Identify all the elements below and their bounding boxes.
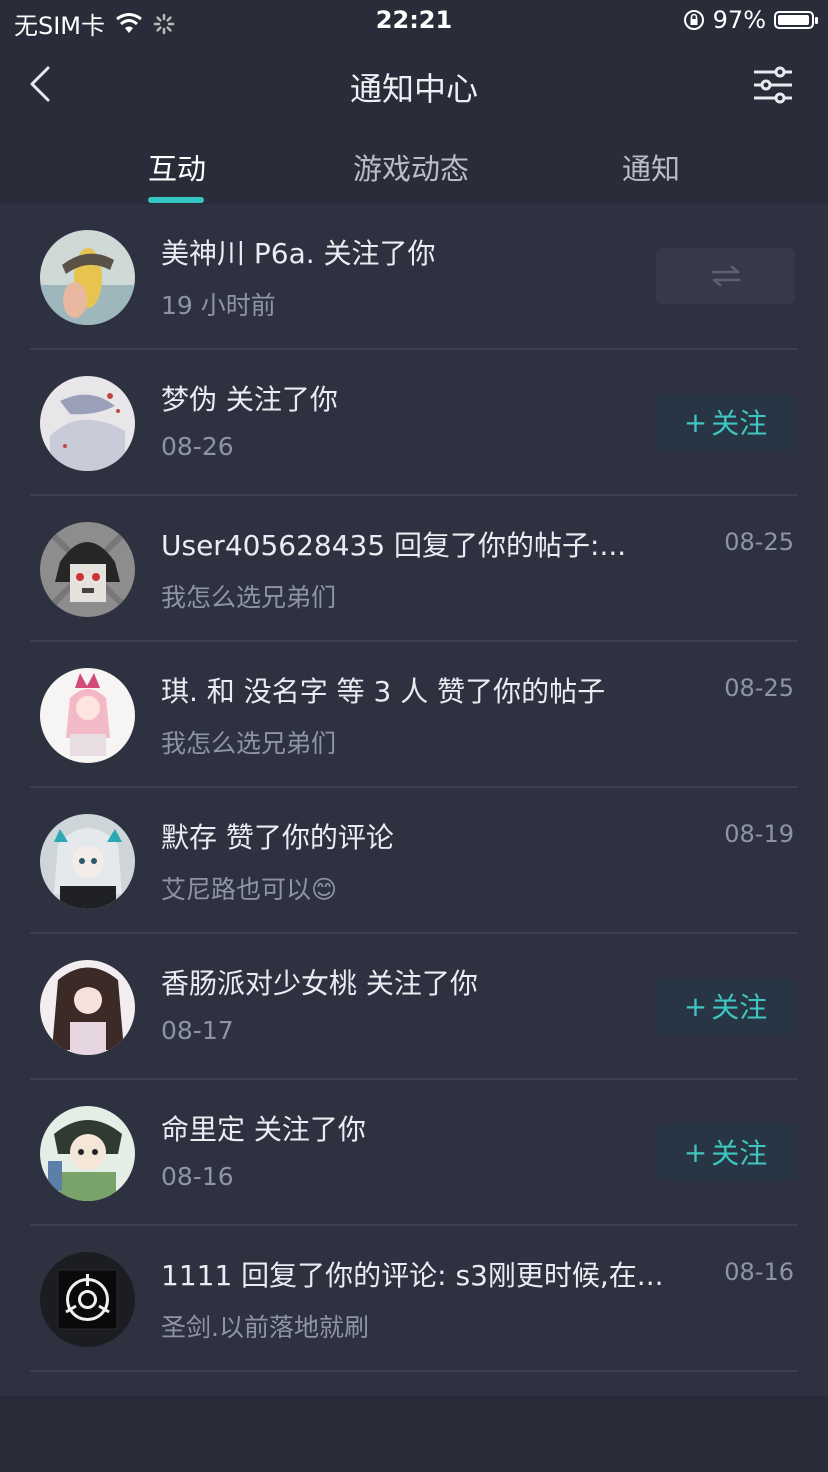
follow-label: 关注 <box>711 991 768 1024</box>
battery-percent: 97% <box>712 6 766 34</box>
follow-button[interactable]: + 关注 <box>656 394 795 450</box>
notification-list: 美神川 P6a. 关注了你 19 小时前 梦伪 关注了你 08-26 +关注 <box>0 204 828 1396</box>
plus-icon: + <box>683 1135 708 1169</box>
notification-subtitle: 我怎么选兄弟们 <box>161 729 337 758</box>
tab-notices[interactable]: 通知 <box>622 146 680 188</box>
notification-subtitle: 艾尼路也可以😊 <box>161 875 338 904</box>
status-bar: 无SIM卡 22:21 97% <box>0 0 828 44</box>
notification-title: 命里定 关注了你 <box>161 1113 366 1146</box>
list-item[interactable]: User405628435 回复了你的帖子:... 我怎么选兄弟们 08-25 <box>0 496 828 642</box>
notification-time: 08-25 <box>724 528 794 556</box>
avatar[interactable] <box>40 1252 135 1347</box>
notification-title: 香肠派对少女桃 关注了你 <box>161 967 478 1000</box>
notification-subtitle: 08-16 <box>161 1162 234 1191</box>
tab-interaction[interactable]: 互动 <box>148 146 206 188</box>
list-item[interactable]: 香肠派对少女桃 关注了你 08-17 + 关注 <box>0 934 828 1080</box>
plus-icon: + <box>683 405 708 439</box>
mutual-follow-button[interactable] <box>656 248 795 304</box>
notification-title: 梦伪 关注了你 <box>161 383 338 416</box>
active-tab-indicator <box>148 197 204 203</box>
avatar[interactable] <box>40 376 135 471</box>
list-item[interactable]: 默存 赞了你的评论 艾尼路也可以😊 08-19 <box>0 788 828 934</box>
notification-title: 默存 赞了你的评论 <box>161 821 394 854</box>
list-item[interactable]: 1111 回复了你的评论: s3刚更时候,在... 圣剑.以前落地就刷 08-1… <box>0 1226 828 1372</box>
plus-icon: + <box>683 989 708 1023</box>
battery-icon <box>774 11 818 29</box>
avatar[interactable] <box>40 522 135 617</box>
list-item[interactable]: 美神川 P6a. 关注了你 19 小时前 <box>0 204 828 350</box>
notification-subtitle: 08-17 <box>161 1016 234 1045</box>
notification-title: 琪. 和 没名字 等 3 人 赞了你的帖子 <box>161 675 606 708</box>
notification-subtitle: 圣剑.以前落地就刷 <box>161 1313 369 1342</box>
notification-time: 08-25 <box>724 674 794 702</box>
list-item[interactable]: 琪. 和 没名字 等 3 人 赞了你的帖子 我怎么选兄弟们 08-25 <box>0 642 828 788</box>
avatar[interactable] <box>40 814 135 909</box>
follow-label: 关注 <box>711 407 768 440</box>
notification-subtitle: 08-26 <box>161 432 234 461</box>
notification-title: User405628435 回复了你的帖子:... <box>161 529 627 562</box>
tab-game-updates[interactable]: 游戏动态 <box>353 146 469 188</box>
bottom-spacer <box>0 1396 828 1472</box>
tab-bar: 互动 游戏动态 通知 <box>0 126 828 204</box>
list-item[interactable]: 命里定 关注了你 08-16 + 关注 <box>0 1080 828 1226</box>
avatar[interactable] <box>40 1106 135 1201</box>
follow-button[interactable]: + 关注 <box>656 1124 795 1180</box>
nav-bar: 通知中心 <box>0 44 828 126</box>
follow-label: 关注 <box>711 1137 768 1170</box>
notification-time: 08-19 <box>724 820 794 848</box>
orientation-lock-icon <box>683 10 704 30</box>
notification-time: 08-16 <box>724 1258 794 1286</box>
follow-button[interactable]: + 关注 <box>656 978 795 1034</box>
status-right: 97% <box>683 6 818 34</box>
page-title: 通知中心 <box>349 70 478 108</box>
list-item[interactable]: 梦伪 关注了你 08-26 + 关注 <box>0 350 828 496</box>
avatar[interactable] <box>40 960 135 1055</box>
divider <box>30 1370 798 1372</box>
notification-title: 1111 回复了你的评论: s3刚更时候,在... <box>161 1259 664 1292</box>
sliders-icon[interactable] <box>752 64 794 106</box>
avatar[interactable] <box>40 230 135 325</box>
avatar[interactable] <box>40 668 135 763</box>
swap-arrows-icon <box>711 265 740 287</box>
notification-subtitle: 19 小时前 <box>161 291 276 320</box>
notification-title: 美神川 P6a. 关注了你 <box>161 237 436 270</box>
notification-subtitle: 我怎么选兄弟们 <box>161 583 337 612</box>
